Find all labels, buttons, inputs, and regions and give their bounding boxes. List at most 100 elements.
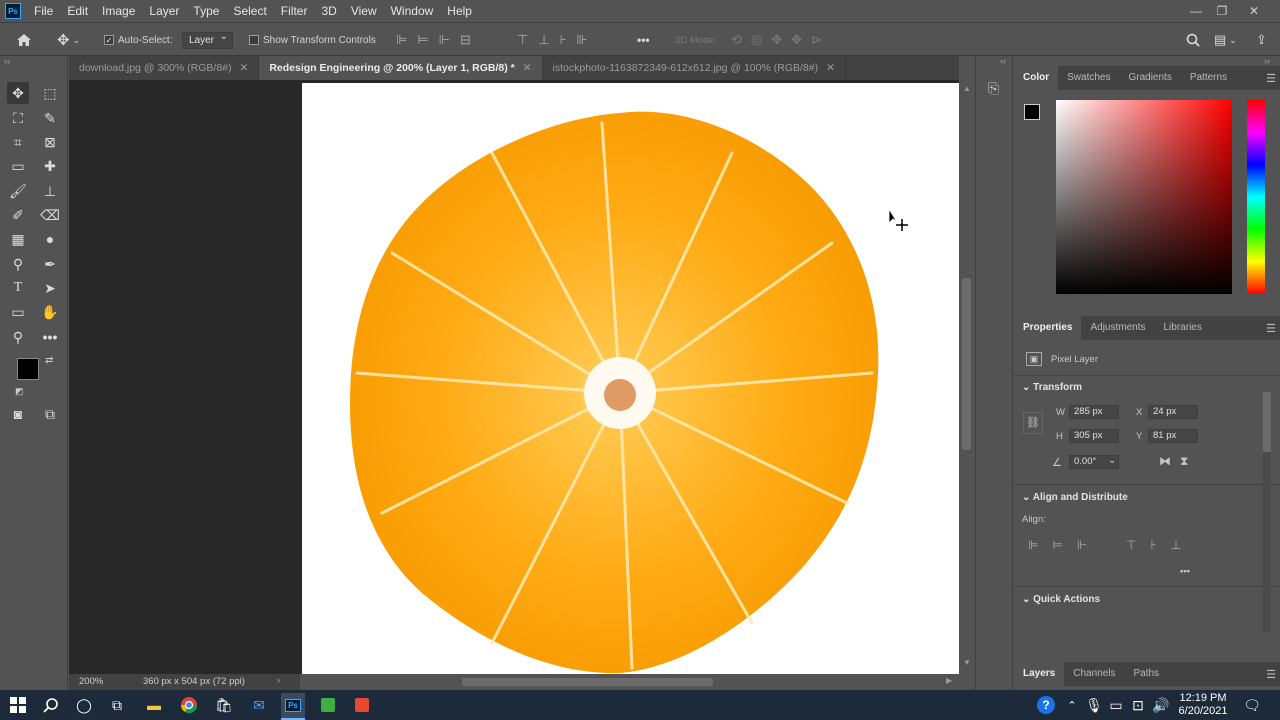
help-icon[interactable]: ? xyxy=(1034,693,1058,717)
x-field[interactable]: 24 px xyxy=(1148,405,1198,419)
document-canvas[interactable] xyxy=(302,83,959,674)
move-tool-icon[interactable]: ✥ xyxy=(7,82,29,104)
height-field[interactable]: 305 px xyxy=(1069,429,1119,443)
expand-panels-icon[interactable]: ›› xyxy=(1264,56,1270,66)
file-explorer-icon[interactable]: ▬ xyxy=(142,693,166,717)
ruler-tool-icon[interactable]: ▭ xyxy=(7,155,29,177)
checkbox-unchecked-icon[interactable] xyxy=(249,35,259,45)
more-align-options-button[interactable]: ••• xyxy=(1180,566,1190,577)
zoom-level[interactable]: 200% xyxy=(79,676,103,687)
align-vertical-buttons[interactable]: ⊤⊦⊥ xyxy=(1126,538,1195,552)
more-options-button[interactable]: ••• xyxy=(637,23,650,57)
panel-scroll-thumb[interactable] xyxy=(1263,392,1271,452)
tab-properties[interactable]: Properties xyxy=(1014,316,1082,340)
zoom-tool-icon[interactable]: ⚲ xyxy=(7,326,29,348)
menu-3d[interactable]: 3D xyxy=(314,0,343,22)
mail-icon[interactable]: ✉ xyxy=(247,693,271,717)
healing-brush-tool-icon[interactable]: ✚ xyxy=(39,155,61,177)
auto-select-target-dropdown[interactable]: Layer xyxy=(182,31,234,49)
microphone-icon[interactable]: 🎙 xyxy=(1082,693,1106,717)
scroll-right-icon[interactable]: ▶ xyxy=(946,676,952,685)
horizontal-scrollbar[interactable]: ▶ xyxy=(300,674,959,690)
blur-tool-icon[interactable]: ● xyxy=(39,228,61,250)
cortana-icon[interactable]: ◯ xyxy=(72,693,96,717)
close-icon[interactable]: ✕ xyxy=(1240,0,1268,22)
menu-window[interactable]: Window xyxy=(384,0,441,22)
horizontal-scroll-thumb[interactable] xyxy=(462,678,713,686)
show-hidden-icons-icon[interactable]: ⌃ xyxy=(1060,693,1084,717)
quick-mask-icon[interactable]: ◙ xyxy=(7,403,29,425)
store-icon[interactable]: 🛍 xyxy=(212,693,236,717)
swap-colors-icon[interactable]: ⇄ xyxy=(45,355,53,366)
align-section-header[interactable]: ⌄ Align and Distribute xyxy=(1022,492,1128,503)
history-panel-icon[interactable]: ⎘ xyxy=(988,80,999,97)
workspace-icon[interactable]: ▤ ⌄ xyxy=(1214,23,1237,57)
search-icon[interactable] xyxy=(1186,23,1200,57)
foreground-color-swatch[interactable] xyxy=(1024,104,1040,120)
tab-redesign-engineering[interactable]: Redesign Engineering @ 200% (Layer 1, RG… xyxy=(259,56,543,80)
ethernet-icon[interactable]: ⊡ xyxy=(1126,693,1150,717)
eraser-tool-icon[interactable]: ⌫ xyxy=(39,204,61,226)
share-icon[interactable]: ⇪ xyxy=(1256,23,1267,57)
quick-selection-tool-icon[interactable]: ✎ xyxy=(39,107,61,129)
recorder-icon[interactable] xyxy=(350,693,374,717)
tab-paths[interactable]: Paths xyxy=(1125,662,1169,686)
scroll-down-icon[interactable]: ▼ xyxy=(963,658,971,667)
tab-color[interactable]: Color xyxy=(1014,66,1059,90)
dodge-tool-icon[interactable]: ⚲ xyxy=(7,253,29,275)
menu-file[interactable]: File xyxy=(27,0,60,22)
tab-patterns[interactable]: Patterns xyxy=(1181,66,1236,90)
gradient-tool-icon[interactable]: ▦ xyxy=(7,228,29,250)
collapse-panels-icon[interactable]: ‹‹ xyxy=(1000,56,1006,66)
chrome-icon[interactable] xyxy=(177,693,201,717)
crop-tool-icon[interactable]: ⌗ xyxy=(7,131,29,153)
move-tool-preset-icon[interactable]: ✥ ⌄ xyxy=(57,23,80,57)
transform-section-header[interactable]: ⌄ Transform xyxy=(1022,382,1082,393)
history-brush-tool-icon[interactable]: ✐ xyxy=(7,204,29,226)
status-menu-icon[interactable]: › xyxy=(277,675,280,686)
checkbox-checked-icon[interactable]: ✓ xyxy=(104,35,114,45)
tab-libraries[interactable]: Libraries xyxy=(1155,316,1211,340)
align-horizontal-buttons[interactable]: ⊫⊨⊩ xyxy=(1028,538,1101,552)
brush-tool-icon[interactable]: 🖌 xyxy=(7,180,29,202)
flip-horizontal-icon[interactable]: ⧓ xyxy=(1159,454,1171,468)
color-field[interactable] xyxy=(1056,100,1232,294)
panel-menu-icon[interactable]: ☰ xyxy=(1266,322,1276,335)
tab-istockphoto[interactable]: istockphoto-1163872349-612x612.jpg @ 100… xyxy=(543,56,846,80)
close-tab-icon[interactable]: ✕ xyxy=(826,62,835,74)
pen-tool-icon[interactable]: ✒ xyxy=(39,253,61,275)
search-icon[interactable] xyxy=(39,693,63,717)
minimize-icon[interactable]: — xyxy=(1182,0,1210,22)
3d-mode-icons[interactable]: ⟲◎✥✥⊳ xyxy=(731,23,831,57)
tab-download[interactable]: download.jpg @ 300% (RGB/8#) ✕ xyxy=(69,56,260,80)
close-tab-icon[interactable]: ✕ xyxy=(240,62,249,74)
collapse-toolbar-icon[interactable]: ‹‹ xyxy=(4,56,10,66)
close-tab-icon[interactable]: ✕ xyxy=(523,62,532,74)
panel-scrollbar[interactable] xyxy=(1263,392,1271,632)
home-icon[interactable] xyxy=(16,23,32,57)
y-field[interactable]: 81 px xyxy=(1148,429,1198,443)
link-dimensions-icon[interactable]: ⛓ xyxy=(1023,412,1043,434)
photoshop-taskbar-icon[interactable]: Ps xyxy=(281,693,305,720)
distribute-buttons-group[interactable]: ⊤⊥⊦⊪ xyxy=(517,23,598,57)
menu-help[interactable]: Help xyxy=(440,0,479,22)
menu-select[interactable]: Select xyxy=(226,0,273,22)
camtasia-icon[interactable] xyxy=(316,693,340,717)
tab-adjustments[interactable]: Adjustments xyxy=(1081,316,1154,340)
network-icon[interactable]: ▭ xyxy=(1104,693,1128,717)
panel-menu-icon[interactable]: ☰ xyxy=(1266,72,1276,85)
vertical-scroll-thumb[interactable] xyxy=(962,278,971,450)
tab-channels[interactable]: Channels xyxy=(1064,662,1124,686)
hue-slider[interactable] xyxy=(1247,100,1265,294)
volume-icon[interactable]: 🔊 xyxy=(1149,693,1173,717)
notifications-icon[interactable]: 🗨 xyxy=(1240,693,1264,717)
windows-start-icon[interactable] xyxy=(6,693,30,717)
task-view-icon[interactable]: ⧉ xyxy=(105,693,129,717)
tab-swatches[interactable]: Swatches xyxy=(1058,66,1119,90)
scroll-up-icon[interactable]: ▲ xyxy=(963,84,971,93)
screen-mode-icon[interactable]: ⧉ xyxy=(39,403,61,425)
menu-image[interactable]: Image xyxy=(95,0,142,22)
edit-toolbar-icon[interactable]: ••• xyxy=(39,326,61,348)
auto-select-checkbox[interactable]: ✓ Auto-Select: xyxy=(104,23,172,57)
hand-tool-icon[interactable]: ✋ xyxy=(39,301,61,323)
